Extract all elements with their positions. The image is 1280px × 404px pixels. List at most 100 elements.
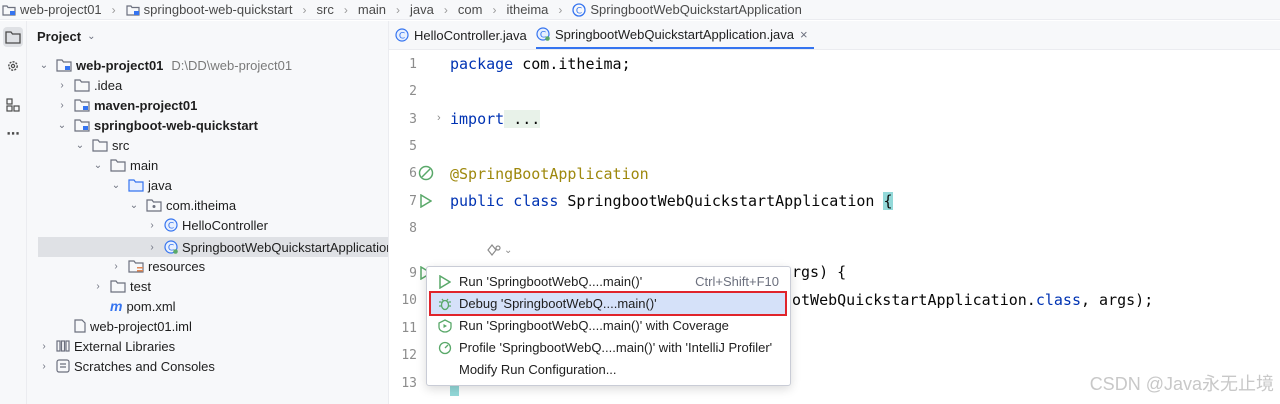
run-with-coverage-menu-item[interactable]: Run 'SpringbootWebQ....main()' with Cove… <box>431 315 785 336</box>
line-number: 13 <box>401 376 417 391</box>
coverage-icon <box>438 318 452 333</box>
tree-item-web-project01[interactable]: ⌄ web-project01 D:\DD\web-project01 <box>38 55 292 75</box>
breadcrumb-item[interactable]: com <box>458 2 483 17</box>
line-number: 5 <box>409 139 417 154</box>
spring-bean-icon[interactable] <box>418 165 434 181</box>
breadcrumb-label: springboot-web-quickstart <box>143 2 293 17</box>
run-main-menu-item[interactable]: Run 'SpringbootWebQ....main()' Ctrl+Shif… <box>431 271 785 292</box>
code-line-7[interactable]: public class SpringbootWebQuickstartAppl… <box>450 192 893 210</box>
structure-tool-button[interactable] <box>3 95 23 115</box>
tree-item-label: Scratches and Consoles <box>74 358 215 374</box>
tree-item-label: com.itheima <box>166 197 237 213</box>
code-line-9[interactable]: rgs) { <box>792 263 846 281</box>
breadcrumb-item[interactable]: web-project01 <box>2 2 102 17</box>
chevron-right-icon: › <box>111 2 116 17</box>
tree-item-label: java <box>148 177 172 193</box>
tree-item-springboot-web-quickstart[interactable]: ⌄ springboot-web-quickstart <box>56 115 258 135</box>
chevron-right-icon: › <box>343 2 348 17</box>
breadcrumb: web-project01 › springboot-web-quickstar… <box>0 0 1280 20</box>
tree-item-resources[interactable]: › resources <box>110 256 205 276</box>
tree-item-java[interactable]: ⌄ java <box>110 175 172 195</box>
tree-item-pom-xml[interactable]: m pom.xml <box>92 296 176 316</box>
chevron-down-icon: ⌄ <box>504 244 513 256</box>
debug-icon <box>439 298 451 310</box>
shortcut-label: Ctrl+Shift+F10 <box>695 274 779 289</box>
breadcrumb-item[interactable]: java <box>410 2 434 17</box>
menu-item-label: Profile 'SpringbootWebQ....main()' with … <box>459 340 773 355</box>
settings-tool-button[interactable] <box>3 56 23 76</box>
tree-item-main[interactable]: ⌄ main <box>92 155 158 175</box>
project-panel-header[interactable]: Project ⌄ <box>37 29 95 44</box>
chevron-down-icon: ⌄ <box>57 119 67 131</box>
breadcrumb-item[interactable]: itheima <box>506 2 548 17</box>
tree-item-label: .idea <box>94 77 123 93</box>
tree-item-iml[interactable]: web-project01.iml <box>56 316 192 336</box>
debug-main-menu-item[interactable]: Debug 'SpringbootWebQ....main()' <box>429 291 787 316</box>
fold-marker-icon[interactable]: › <box>437 112 441 124</box>
chevron-right-icon: › <box>558 2 563 17</box>
breadcrumb-item[interactable]: src <box>317 2 334 17</box>
chevron-down-icon: ⌄ <box>129 199 139 211</box>
breadcrumb-item[interactable]: springboot-web-quickstart <box>126 2 293 17</box>
project-tool-button[interactable] <box>3 27 23 47</box>
breadcrumb-label: itheima <box>506 2 549 17</box>
line-number: 1 <box>409 57 417 72</box>
chevron-right-icon: › <box>114 260 118 272</box>
matched-brace: { <box>883 192 893 210</box>
line-number: 10 <box>401 293 417 308</box>
tree-item-scratches[interactable]: › Scratches and Consoles <box>38 356 215 376</box>
svg-text:C: C <box>168 222 174 232</box>
class-icon: C <box>395 28 409 42</box>
source-folder-icon <box>128 179 144 192</box>
chevron-down-icon: ⌄ <box>87 31 96 42</box>
file-icon <box>74 319 86 333</box>
tree-item-external-libraries[interactable]: › External Libraries <box>38 336 175 356</box>
breadcrumb-item[interactable]: main <box>358 2 386 17</box>
chevron-right-icon: › <box>492 2 497 17</box>
tree-item-springbootwebquickstartapplication[interactable]: › C SpringbootWebQuickstartApplication <box>146 237 388 257</box>
code-line-10[interactable]: otWebQuickstartApplication.class, args); <box>792 291 1153 309</box>
breadcrumb-label: src <box>316 2 334 17</box>
breadcrumb-label: java <box>410 2 434 17</box>
inline-hints-toolbar[interactable]: ⌄ <box>486 243 512 257</box>
tree-item-label: web-project01.iml <box>90 318 192 334</box>
more-icon: ⋯ <box>6 126 20 141</box>
package-icon <box>146 199 162 212</box>
folder-icon <box>74 79 90 92</box>
module-folder-icon <box>126 4 140 16</box>
module-folder-icon <box>56 59 72 72</box>
more-tools-button[interactable]: ⋯ <box>3 124 23 144</box>
tab-label: SpringbootWebQuickstartApplication.java <box>555 26 794 42</box>
modify-run-configuration-menu-item[interactable]: Modify Run Configuration... <box>431 359 785 380</box>
tree-item-label: springboot-web-quickstart <box>94 117 258 133</box>
breadcrumb-item[interactable]: C SpringbootWebQuickstartApplication <box>572 2 802 17</box>
run-gutter-icon[interactable] <box>420 194 432 208</box>
chevron-down-icon: ⌄ <box>111 179 121 191</box>
tree-item-maven-project01[interactable]: › maven-project01 <box>56 95 197 115</box>
folder-icon <box>92 139 108 152</box>
gear-icon <box>8 61 18 71</box>
folded-imports[interactable]: ... <box>504 110 541 128</box>
tree-item-idea[interactable]: › .idea <box>56 75 122 95</box>
class-icon: C <box>164 218 178 232</box>
chevron-right-icon: › <box>302 2 307 17</box>
close-icon[interactable]: × <box>800 27 808 42</box>
chevron-down-icon: ⌄ <box>75 139 85 151</box>
line-number: 3 <box>409 112 417 127</box>
tree-item-hellocontroller[interactable]: › C HelloController <box>146 215 268 235</box>
chevron-right-icon: › <box>42 360 46 372</box>
svg-text:C: C <box>399 32 405 42</box>
profile-menu-item[interactable]: Profile 'SpringbootWebQ....main()' with … <box>431 337 785 358</box>
breadcrumb-label: main <box>357 2 387 17</box>
tree-item-src[interactable]: ⌄ src <box>74 135 130 155</box>
code-line-1[interactable]: package com.itheima; <box>450 55 631 73</box>
tab-springbootwebquickstartapplication[interactable]: C SpringbootWebQuickstartApplication.jav… <box>536 21 814 49</box>
tree-item-com-itheima[interactable]: ⌄ com.itheima <box>128 195 236 215</box>
code-line-6[interactable]: @SpringBootApplication <box>450 165 649 183</box>
chevron-right-icon: › <box>60 79 64 91</box>
chevron-right-icon: › <box>150 219 154 231</box>
chevron-right-icon: › <box>443 2 448 17</box>
tab-hellocontroller[interactable]: C HelloController.java <box>395 21 527 49</box>
code-line-3[interactable]: import ... <box>450 110 541 128</box>
tree-item-test[interactable]: › test <box>92 276 151 296</box>
